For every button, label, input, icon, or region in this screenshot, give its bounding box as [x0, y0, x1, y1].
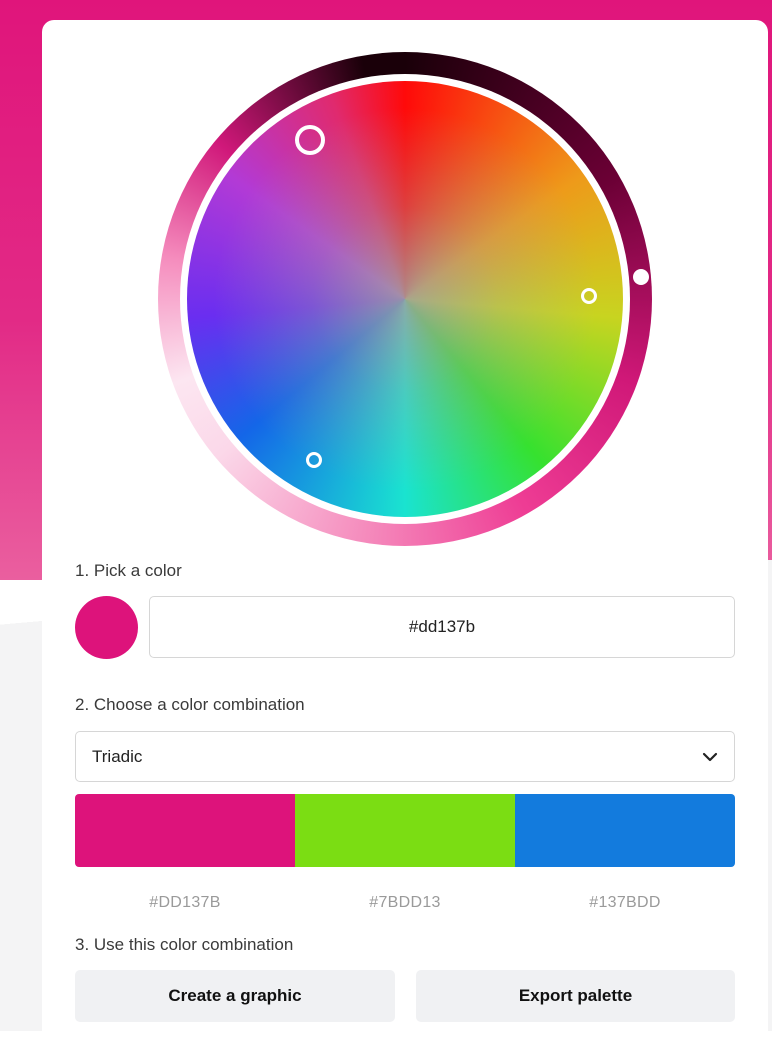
palette-hex-labels: #DD137B #7BDD13 #137BDD — [75, 894, 735, 912]
step-use-label: 3. Use this color combination — [75, 935, 294, 954]
step-combo-label: 2. Choose a color combination — [75, 695, 305, 714]
combination-select-value: Triadic — [92, 746, 143, 766]
selected-color-swatch — [75, 596, 138, 659]
palette-swatch-3 — [515, 794, 735, 867]
hex-color-input[interactable] — [149, 596, 735, 658]
combination-select[interactable]: Triadic — [75, 731, 735, 782]
palette-hex-3: #137BDD — [589, 894, 661, 911]
chevron-down-icon — [702, 752, 718, 762]
secondary-color-handle — [581, 288, 597, 304]
export-palette-button[interactable]: Export palette — [416, 970, 735, 1022]
tertiary-color-handle — [306, 452, 322, 468]
color-wheel-widget[interactable] — [158, 52, 652, 546]
step-pick-label: 1. Pick a color — [75, 561, 182, 580]
hue-wheel[interactable] — [187, 81, 623, 517]
luminance-handle[interactable] — [633, 269, 649, 285]
create-graphic-button[interactable]: Create a graphic — [75, 970, 395, 1022]
palette-swatch-1 — [75, 794, 295, 867]
palette-hex-1: #DD137B — [149, 894, 221, 911]
palette-swatch-2 — [295, 794, 515, 867]
palette-bar — [75, 794, 735, 867]
primary-color-handle[interactable] — [295, 125, 325, 155]
palette-hex-2: #7BDD13 — [369, 894, 441, 911]
